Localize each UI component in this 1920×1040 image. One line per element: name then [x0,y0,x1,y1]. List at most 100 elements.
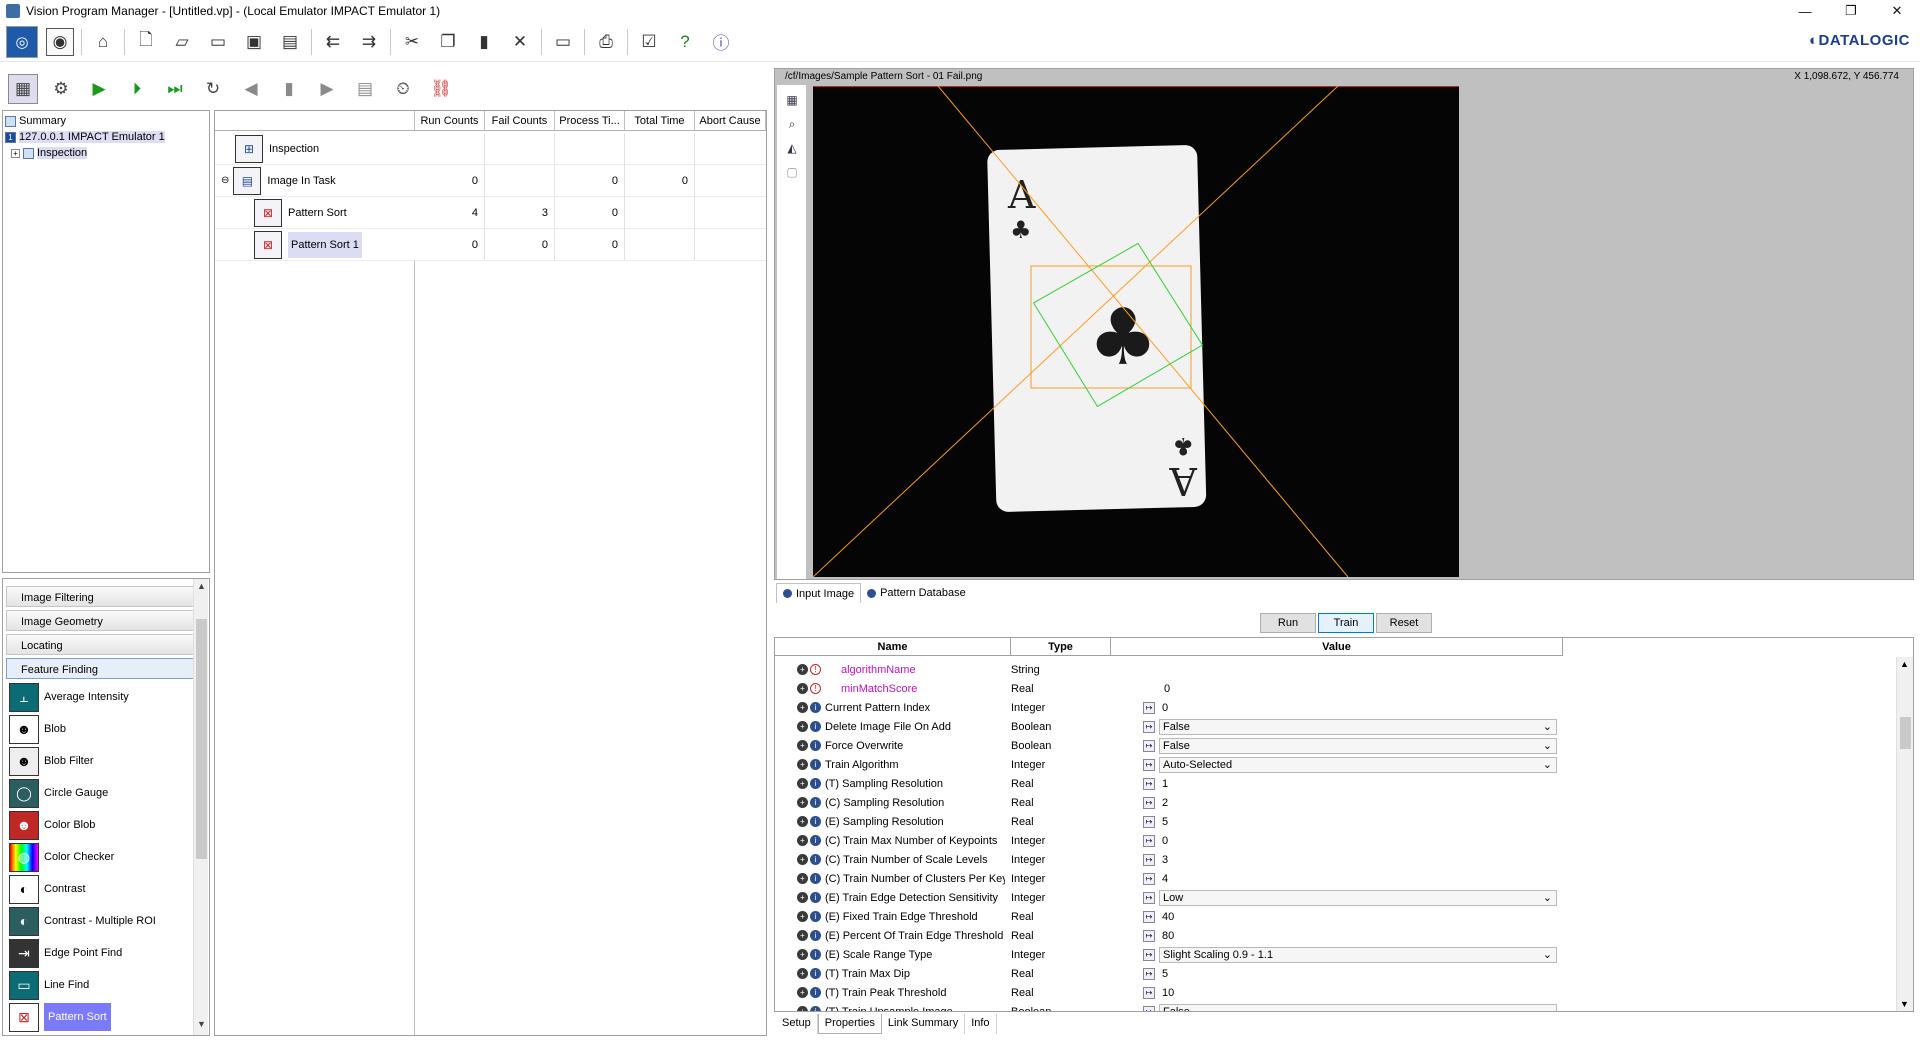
tab-input-image[interactable]: Input Image [776,583,862,603]
header-value[interactable]: Value [1111,638,1563,655]
bind-link-icon[interactable]: ↦ [1143,948,1155,961]
scroll-down-icon[interactable]: ▼ [1900,999,1909,1009]
tree-item-inspection[interactable]: + Inspection [5,145,207,161]
category-image-geometry[interactable]: Image Geometry [6,610,194,631]
value-dropdown[interactable]: False ⌄ [1159,737,1557,754]
property-value[interactable]: ↦ 5 [1105,813,1557,830]
value-field[interactable]: 0 [1159,700,1557,716]
expand-icon[interactable]: + [797,797,808,808]
property-row[interactable]: + i Delete Image File On Add Boolean ↦ False ⌄ [775,717,1557,736]
grid-header-abort[interactable]: Abort Cause [695,111,766,130]
property-value[interactable]: ↦ Auto-Selected ⌄ [1105,756,1557,773]
image-select-icon[interactable]: ▦ [783,91,801,109]
expand-icon[interactable]: + [797,873,808,884]
value-field[interactable]: 0 [1159,833,1557,849]
bind-link-icon[interactable]: ↦ [1143,986,1155,999]
property-value[interactable]: 0 [1105,680,1557,697]
value-field[interactable]: 5 [1159,966,1557,982]
link-icon[interactable]: ⛓ [426,74,456,104]
property-value[interactable]: ↦ Low ⌄ [1105,889,1557,906]
value-field[interactable]: 5 [1159,814,1557,830]
tab-setup[interactable]: Setup [776,1014,818,1034]
tool-average-intensity[interactable]: ⫠ Average Intensity [9,682,195,712]
property-row[interactable]: + i (T) Train Upsample Image Boolean ↦ False ⌄ [775,1002,1557,1011]
category-locating[interactable]: Locating [6,634,194,655]
bind-link-icon[interactable]: ↦ [1143,967,1155,980]
expand-icon[interactable]: + [797,911,808,922]
grid-row-image-in-task[interactable]: ⊖ ▤ Image In Task 0 0 0 [215,165,766,197]
overlay-icon[interactable]: ▢ [783,163,801,181]
bind-link-icon[interactable]: ↦ [1143,815,1155,828]
about-icon[interactable]: ⓘ [707,28,735,56]
property-value[interactable]: ↦ 0 [1105,699,1557,716]
grid-header-run[interactable]: Run Counts [415,111,485,130]
property-row[interactable]: + i Force Overwrite Boolean ↦ False ⌄ [775,736,1557,755]
bind-link-icon[interactable]: ↦ [1143,777,1155,790]
bind-link-icon[interactable]: ↦ [1143,720,1155,733]
property-value[interactable]: ↦ Slight Scaling 0.9 - 1.1 ⌄ [1105,946,1557,963]
tree-item-summary[interactable]: Summary [5,113,207,129]
value-field[interactable]: 1 [1159,776,1557,792]
property-row[interactable]: +! minMatchScore Real 0 [775,679,1557,698]
bind-link-icon[interactable]: ↦ [1143,796,1155,809]
header-type[interactable]: Type [1011,638,1111,655]
property-row[interactable]: + i (C) Sampling Resolution Real ↦ 2 [775,793,1557,812]
tool-line-find[interactable]: ▭ Line Find [9,970,195,1000]
grid-row-inspection[interactable]: ⊞ Inspection [215,133,766,165]
checklist-icon[interactable]: ☑ [635,28,663,56]
expand-icon[interactable]: + [797,930,808,941]
property-row[interactable]: + i (E) Train Edge Detection Sensitivity In… [775,888,1557,907]
property-row[interactable]: + i (E) Scale Range Type Integer ↦ Slight Sca… [775,945,1557,964]
tool-contrast-multiple-roi[interactable]: ◐ Contrast - Multiple ROI [9,906,195,936]
scroll-up-icon[interactable]: ▲ [1900,659,1909,669]
chevron-down-icon[interactable]: ⌄ [1543,891,1552,904]
property-row[interactable]: + i (T) Sampling Resolution Real ↦ 1 [775,774,1557,793]
value-dropdown[interactable]: Slight Scaling 0.9 - 1.1 ⌄ [1159,946,1557,963]
tab-link-summary[interactable]: Link Summary [882,1014,966,1034]
open-folder-icon[interactable]: ▱ [168,28,196,56]
expand-icon[interactable]: + [797,702,808,713]
expand-icon[interactable]: + [797,1006,808,1011]
grid-row-pattern-sort-1[interactable]: ⊠ Pattern Sort 1 0 0 0 [215,229,766,261]
bind-link-icon[interactable]: ↦ [1143,891,1155,904]
folder-icon[interactable]: ▭ [204,28,232,56]
train-button[interactable]: Train [1318,613,1374,633]
property-row[interactable]: + i (C) Train Number of Clusters Per Key In… [775,869,1557,888]
expand-icon[interactable]: + [797,778,808,789]
bind-link-icon[interactable]: ↦ [1143,929,1155,942]
expand-icon[interactable]: + [797,987,808,998]
property-value[interactable]: ↦ 3 [1105,851,1557,868]
zoom-icon[interactable]: ⌕ [783,115,801,133]
bind-link-icon[interactable]: ↦ [1143,910,1155,923]
property-row[interactable]: + i Train Algorithm Integer ↦ Auto-Selected ⌄ [775,755,1557,774]
grid-header-process[interactable]: Process Ti... [555,111,625,130]
value-dropdown[interactable]: False ⌄ [1159,1003,1557,1011]
property-value[interactable]: ↦ 5 [1105,965,1557,982]
property-row[interactable]: + i (C) Train Number of Scale Levels Intege… [775,850,1557,869]
scroll-down-icon[interactable]: ▼ [194,1019,209,1033]
value-field[interactable]: 10 [1159,985,1557,1001]
property-value[interactable]: ↦ False ⌄ [1105,737,1557,754]
property-value[interactable]: ↦ 40 [1105,908,1557,925]
expand-icon[interactable]: + [797,892,808,903]
histogram-icon[interactable]: ◭ [783,139,801,157]
properties-scrollbar[interactable]: ▲ ▼ [1896,657,1913,1011]
cut-icon[interactable]: ✂ [398,28,426,56]
run-once-icon[interactable]: ⏵ [122,74,152,104]
property-value[interactable]: ↦ 2 [1105,794,1557,811]
property-row[interactable]: + i (E) Percent Of Train Edge Threshold Rea… [775,926,1557,945]
value-field[interactable]: 40 [1159,909,1557,925]
home-icon[interactable]: ⌂ [89,28,117,56]
grid-header-fail[interactable]: Fail Counts [485,111,555,130]
property-value[interactable]: ↦ 0 [1105,832,1557,849]
value-dropdown[interactable]: Low ⌄ [1159,889,1557,906]
expand-icon[interactable]: + [797,759,808,770]
value-field[interactable]: 4 [1159,871,1557,887]
value-field[interactable]: 80 [1159,928,1557,944]
close-button[interactable]: ✕ [1874,0,1920,22]
value-field[interactable]: 3 [1159,852,1557,868]
property-value[interactable] [1105,661,1557,678]
grid-header-total[interactable]: Total Time [625,111,695,130]
tool-color-checker[interactable]: ◍ Color Checker [9,842,195,872]
property-row[interactable]: + i (T) Train Peak Threshold Real ↦ 10 [775,983,1557,1002]
